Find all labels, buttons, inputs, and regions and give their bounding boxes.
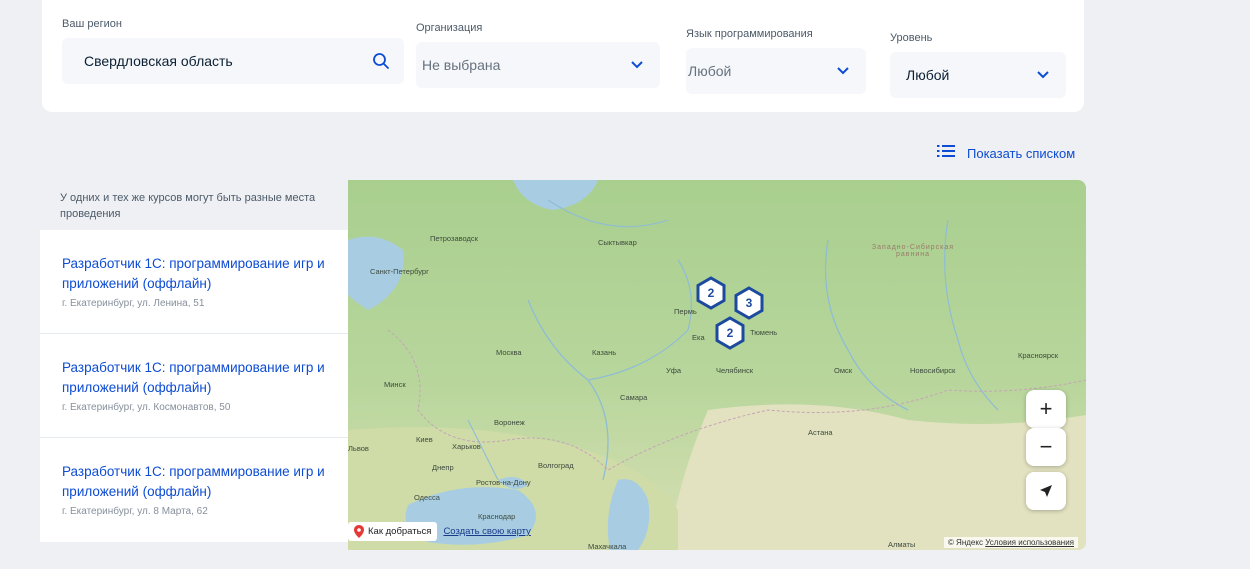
city-label: Алматы [888, 540, 916, 549]
organization-value: Не выбрана [422, 57, 501, 73]
city-label: Красноярск [1018, 351, 1059, 360]
course-address: г. Екатеринбург, ул. Ленина, 51 [62, 298, 205, 309]
city-label: Москва [496, 348, 522, 357]
course-address: г. Екатеринбург, ул. 8 Марта, 62 [62, 506, 208, 517]
city-label: Воронеж [494, 418, 525, 427]
level-filter: Уровень Любой [890, 32, 1066, 98]
city-label: Минск [384, 380, 406, 389]
copyright-text: © Яндекс [947, 538, 983, 547]
organization-filter: Организация Не выбрана [416, 22, 660, 88]
organization-label: Организация [416, 22, 483, 34]
city-label: Омск [834, 366, 853, 375]
language-filter: Язык программирования Любой [686, 28, 866, 94]
map-cluster-marker[interactable]: 2 [713, 316, 747, 350]
level-label: Уровень [890, 32, 933, 44]
map-cluster-marker[interactable]: 3 [732, 286, 766, 320]
zoom-out-button[interactable]: − [1026, 428, 1066, 466]
list-item[interactable]: Разработчик 1С: программирование игр и п… [40, 230, 348, 334]
filter-panel: Ваш регион Свердловская область Организа… [42, 0, 1084, 112]
level-value: Любой [906, 67, 950, 83]
map[interactable]: Петрозаводск Сыктывкар Санкт-Петербург П… [348, 180, 1086, 550]
chevron-down-icon [628, 56, 646, 74]
city-label: Волгоград [538, 461, 574, 470]
search-icon[interactable] [372, 52, 390, 70]
list-item[interactable]: Разработчик 1С: программирование игр и п… [40, 438, 348, 542]
cluster-count: 2 [707, 286, 715, 300]
route-label: Как добраться [368, 526, 432, 537]
language-select[interactable]: Любой [686, 48, 866, 94]
region-label: Ваш регион [62, 18, 122, 30]
city-label: Махачкала [588, 542, 627, 550]
city-label: Санкт-Петербург [370, 267, 429, 276]
venues-hint: У одних и тех же курсов могут быть разны… [60, 192, 316, 220]
route-bar: Как добраться Создать свою карту [348, 522, 531, 541]
show-list-label: Показать списком [967, 146, 1076, 161]
city-label: Сыктывкар [598, 238, 637, 247]
map-cluster-marker[interactable]: 2 [694, 276, 728, 310]
chevron-down-icon [834, 62, 852, 80]
city-label: Челябинск [716, 366, 754, 375]
region-filter: Ваш регион Свердловская область [62, 18, 404, 84]
course-title[interactable]: Разработчик 1С: программирование игр и п… [62, 462, 330, 502]
region-input[interactable]: Свердловская область [62, 38, 404, 84]
cluster-count: 3 [745, 296, 753, 310]
course-address: г. Екатеринбург, ул. Космонавтов, 50 [62, 402, 231, 413]
region-value: Свердловская область [84, 53, 233, 69]
course-title[interactable]: Разработчик 1С: программирование игр и п… [62, 254, 330, 294]
city-label: Казань [592, 348, 617, 357]
region-label-map: Западно-Сибирская равнина [871, 244, 955, 258]
course-list: Разработчик 1С: программирование игр и п… [40, 230, 348, 542]
city-label: Ека [692, 333, 705, 342]
city-label: Петрозаводск [430, 234, 478, 243]
city-label: Самара [620, 393, 648, 402]
map-pin-icon [354, 525, 364, 538]
city-label: Уфа [666, 366, 682, 375]
show-list-button[interactable]: Показать списком [937, 144, 1075, 163]
list-item[interactable]: Разработчик 1С: программирование игр и п… [40, 334, 348, 438]
city-label: Краснодар [478, 512, 516, 521]
city-label: Астана [808, 428, 833, 437]
city-label: Ростов-на-Дону [476, 478, 531, 487]
city-label: Днепр [432, 463, 454, 472]
city-label: Одесса [414, 493, 440, 502]
navigation-arrow-icon [1040, 485, 1052, 497]
list-icon [937, 144, 955, 163]
terms-link[interactable]: Условия использования [985, 538, 1074, 547]
cluster-count: 2 [726, 326, 734, 340]
language-value: Любой [688, 63, 732, 79]
chevron-down-icon [1034, 66, 1052, 84]
city-label: Львов [348, 444, 369, 453]
city-label: Тюмень [750, 328, 778, 337]
organization-select[interactable]: Не выбрана [416, 42, 660, 88]
course-title[interactable]: Разработчик 1С: программирование игр и п… [62, 358, 330, 398]
city-label: Киев [416, 435, 433, 444]
city-label: Новосибирск [910, 366, 956, 375]
language-label: Язык программирования [686, 28, 813, 40]
map-copyright: © Яндекс Условия использования [943, 537, 1078, 548]
route-button[interactable]: Как добраться [348, 522, 438, 541]
level-select[interactable]: Любой [890, 52, 1066, 98]
create-map-link[interactable]: Создать свою карту [443, 526, 530, 537]
geolocation-button[interactable] [1026, 472, 1066, 510]
zoom-in-button[interactable]: + [1026, 390, 1066, 428]
city-label: Харьков [452, 442, 481, 451]
